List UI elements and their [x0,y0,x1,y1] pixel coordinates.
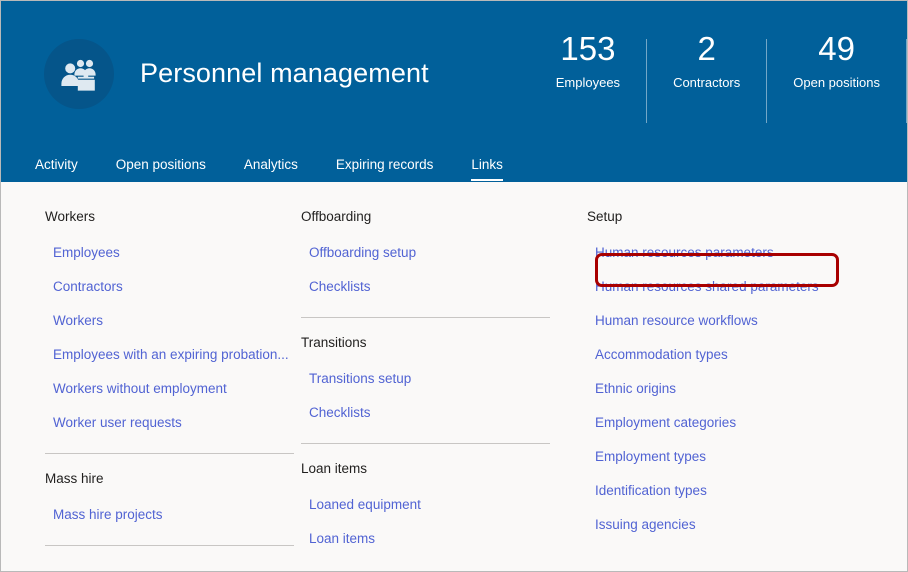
link-group-transitions: Transitions Transitions setup Checklists [301,334,573,429]
header-stats: 153 Employees 2 Contractors 49 Open posi… [530,29,907,125]
group-title-loan-items: Loan items [301,461,368,476]
link-group-setup: Setup Human resources parameters Human r… [587,208,893,541]
links-column-2: Offboarding Offboarding setup Checklists… [291,208,573,571]
stat-contractors-value: 2 [697,30,716,67]
link-group-mass-hire: Mass hire Mass hire projects [45,470,291,531]
stat-open-positions[interactable]: 49 Open positions [767,29,906,90]
group-title-mass-hire: Mass hire [45,471,104,486]
stat-contractors-label: Contractors [673,75,741,90]
link-accommodation-types[interactable]: Accommodation types [587,337,893,371]
group-divider [301,443,550,444]
stat-employees-label: Employees [555,75,621,90]
group-title-offboarding: Offboarding [301,209,372,224]
personnel-management-workspace: Personnel management 153 Employees 2 Con… [0,0,908,572]
link-workers-without-employment[interactable]: Workers without employment [45,371,291,405]
link-human-resources-shared-parameters[interactable]: Human resources shared parameters [587,269,893,303]
workspace-header: Personnel management 153 Employees 2 Con… [1,1,907,182]
link-employees[interactable]: Employees [45,235,291,269]
link-identification-types[interactable]: Identification types [587,473,893,507]
links-column-1: Workers Employees Contractors Workers Em… [1,208,294,571]
tab-analytics[interactable]: Analytics [244,157,298,182]
stat-contractors[interactable]: 2 Contractors [647,29,766,90]
tab-open-positions[interactable]: Open positions [116,157,206,182]
links-column-3: Setup Human resources parameters Human r… [573,208,893,571]
group-title-transitions: Transitions [301,335,367,350]
link-worker-user-requests[interactable]: Worker user requests [45,405,291,439]
group-divider [45,545,294,546]
group-title-workers: Workers [45,209,96,224]
link-group-offboarding: Offboarding Offboarding setup Checklists [301,208,573,303]
group-divider [45,453,294,454]
link-offboarding-checklists[interactable]: Checklists [301,269,573,303]
link-transitions-setup[interactable]: Transitions setup [301,361,573,395]
link-transitions-checklists[interactable]: Checklists [301,395,573,429]
link-group-loan-items: Loan items Loaned equipment Loan items [301,460,573,555]
link-employment-types[interactable]: Employment types [587,439,893,473]
page-title: Personnel management [140,58,429,88]
stat-divider [906,39,907,123]
link-issuing-agencies[interactable]: Issuing agencies [587,507,893,541]
tab-links[interactable]: Links [471,157,503,182]
people-briefcase-icon [44,38,114,109]
stat-open-positions-value: 49 [818,30,855,67]
link-loaned-equipment[interactable]: Loaned equipment [301,487,573,521]
group-title-setup: Setup [587,209,623,224]
links-panel: Workers Employees Contractors Workers Em… [1,182,907,571]
stat-employees-value: 153 [560,30,616,67]
tab-expiring-records[interactable]: Expiring records [336,157,434,182]
tab-activity[interactable]: Activity [35,157,78,182]
link-mass-hire-projects[interactable]: Mass hire projects [45,497,291,531]
stat-employees[interactable]: 153 Employees [530,29,646,90]
link-human-resources-parameters[interactable]: Human resources parameters [587,235,893,269]
stat-open-positions-label: Open positions [793,75,880,90]
link-human-resource-workflows[interactable]: Human resource workflows [587,303,893,337]
link-group-workers: Workers Employees Contractors Workers Em… [45,208,291,439]
link-workers[interactable]: Workers [45,303,291,337]
link-offboarding-setup[interactable]: Offboarding setup [301,235,573,269]
link-employment-categories[interactable]: Employment categories [587,405,893,439]
link-loan-items[interactable]: Loan items [301,521,573,555]
link-ethnic-origins[interactable]: Ethnic origins [587,371,893,405]
link-contractors[interactable]: Contractors [45,269,291,303]
link-employees-expiring-probation[interactable]: Employees with an expiring probation... [45,337,291,371]
workspace-tabs: Activity Open positions Analytics Expiri… [1,146,503,182]
group-divider [301,317,550,318]
